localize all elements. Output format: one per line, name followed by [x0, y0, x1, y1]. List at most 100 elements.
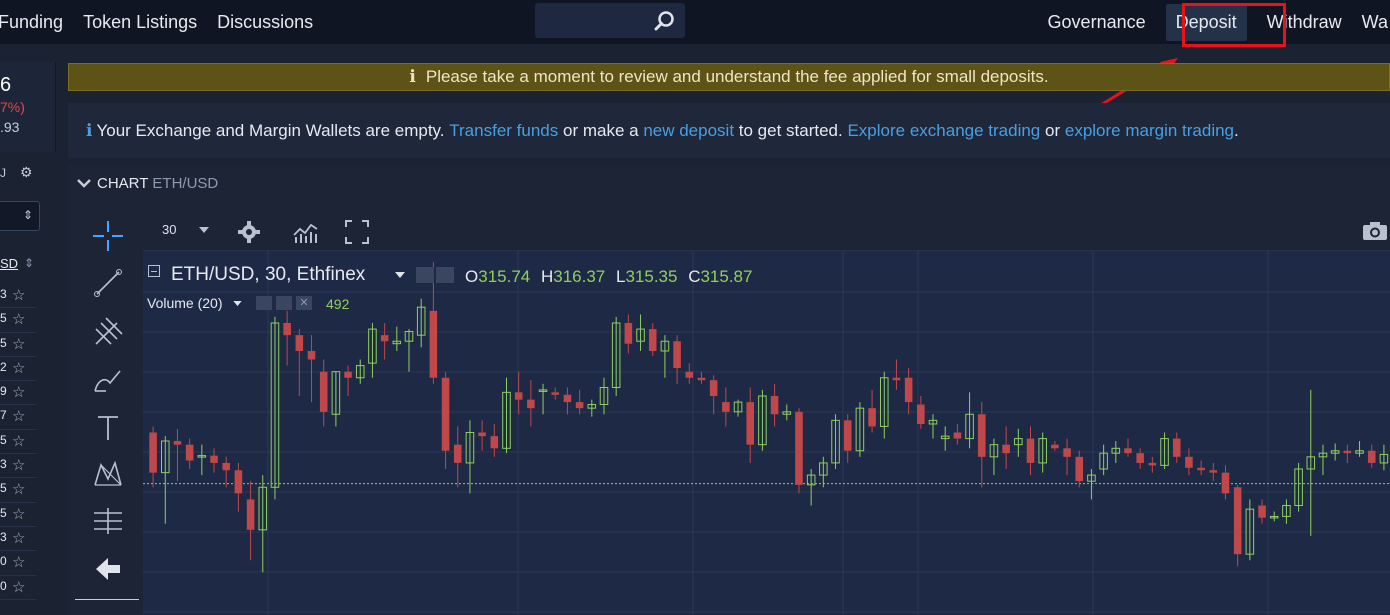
candle-down — [527, 399, 535, 409]
close-icon[interactable]: ✕ — [296, 296, 312, 310]
nav-link-truncated[interactable]: Wa — [1362, 12, 1388, 33]
candle-down — [1136, 453, 1144, 463]
star-icon[interactable]: ☆ — [12, 310, 25, 328]
pattern-icon — [94, 460, 122, 486]
list-item[interactable]: 2 ☆ — [0, 357, 36, 382]
caret-down-icon[interactable] — [233, 301, 242, 306]
candle-down — [1075, 456, 1084, 482]
list-item[interactable]: 0 ☆ — [0, 576, 36, 600]
explore-exchange-link[interactable]: Explore exchange trading — [847, 121, 1040, 141]
list-item-value: 2 — [0, 359, 7, 374]
ohlc-c-label: C — [688, 267, 701, 286]
candle-down — [1148, 462, 1157, 466]
volume-indicator-label[interactable]: Volume (20) — [147, 295, 222, 311]
search-input[interactable] — [535, 3, 685, 38]
candle-down — [380, 335, 389, 342]
ticker-price: 6 — [0, 74, 12, 96]
candle-down — [697, 377, 706, 381]
sort-column-header[interactable]: SD — [0, 256, 18, 271]
list-item-value: 9 — [0, 384, 7, 399]
list-item[interactable]: 7 ☆ — [0, 405, 36, 430]
star-icon[interactable]: ☆ — [12, 359, 25, 377]
candle-down — [1233, 487, 1242, 555]
star-icon[interactable]: ☆ — [12, 383, 25, 401]
nav-link-discussions[interactable]: Discussions — [217, 12, 313, 33]
star-icon[interactable]: ☆ — [12, 553, 25, 571]
currency-select[interactable]: ⇕ — [0, 201, 40, 231]
pitchfork-tool[interactable] — [75, 309, 141, 355]
ohlc-readout: O315.74 H316.37 L315.35 C315.87 — [465, 267, 752, 287]
star-icon[interactable]: ☆ — [12, 456, 25, 474]
list-item[interactable]: 5 ☆ — [0, 478, 36, 503]
candle-down — [1209, 470, 1218, 473]
symbol-label[interactable]: ETH/USD, 30, Ethfinex — [171, 264, 365, 286]
list-item[interactable]: 5 ☆ — [0, 333, 36, 357]
search-icon[interactable] — [654, 10, 676, 32]
caret-down-icon[interactable] — [395, 272, 405, 278]
eye-icon[interactable] — [256, 296, 272, 310]
gear-icon[interactable] — [276, 296, 292, 310]
candlestick-chart[interactable]: ETH/USD, 30, Ethfinex O315.74 H316.37 L3… — [143, 250, 1390, 615]
star-icon[interactable]: ☆ — [12, 407, 25, 425]
arrow-left-icon — [96, 558, 120, 580]
new-deposit-link[interactable]: new deposit — [643, 121, 734, 141]
list-item[interactable]: 0 ☆ — [0, 551, 36, 576]
explore-margin-link[interactable]: explore margin trading — [1065, 121, 1234, 141]
gear-icon[interactable] — [436, 267, 454, 283]
candle-down — [795, 411, 803, 485]
star-icon[interactable]: ☆ — [12, 480, 25, 498]
candle-down — [563, 394, 572, 403]
wallet-text-5: . — [1234, 120, 1239, 140]
ohlc-open: 315.74 — [478, 267, 531, 286]
list-item-value: 0 — [0, 554, 7, 569]
nav-link-token-listings[interactable]: Token Listings — [83, 12, 197, 33]
measure-tool[interactable] — [75, 498, 141, 544]
candle-down — [904, 377, 913, 403]
star-icon[interactable]: ☆ — [12, 578, 25, 596]
list-item[interactable]: 3 ☆ — [0, 454, 36, 479]
list-item[interactable]: 5 ☆ — [0, 503, 36, 527]
chart-header-pair: ETH/USD — [152, 174, 219, 192]
star-icon[interactable]: ☆ — [12, 335, 25, 353]
caret-down-icon[interactable] — [199, 227, 209, 233]
eye-icon[interactable] — [416, 267, 434, 283]
star-icon[interactable]: ☆ — [12, 286, 25, 304]
star-icon[interactable]: ☆ — [12, 432, 25, 450]
list-item[interactable]: 5 ☆ — [0, 430, 36, 455]
interval-select[interactable]: 30 — [162, 222, 176, 237]
candle-down — [709, 380, 718, 396]
candle-down — [283, 323, 291, 336]
gear-icon[interactable]: ⚙ — [20, 164, 33, 181]
list-item-value: 0 — [0, 578, 7, 593]
indicators-icon[interactable] — [293, 221, 319, 243]
chart-header[interactable]: CHART ETH/USD — [68, 165, 1390, 201]
list-item[interactable]: 3 ☆ — [0, 527, 36, 552]
list-item[interactable]: 5 ☆ — [0, 308, 36, 333]
sort-icon[interactable]: ⇕ — [24, 256, 34, 270]
wallet-text-1: Your Exchange and Margin Wallets are emp… — [96, 120, 445, 140]
text-tool[interactable] — [75, 405, 141, 451]
candle-down — [1343, 450, 1352, 454]
camera-icon[interactable] — [1362, 221, 1388, 241]
trend-line-tool[interactable] — [75, 260, 141, 306]
nav-link-governance[interactable]: Governance — [1048, 12, 1146, 33]
list-item[interactable]: 3 ☆ — [0, 284, 36, 309]
collapse-legend-icon[interactable] — [148, 265, 160, 277]
star-icon[interactable]: ☆ — [12, 505, 25, 523]
nav-link-funding[interactable]: Funding — [0, 12, 63, 33]
info-icon: ℹ — [86, 120, 93, 140]
pattern-tool[interactable] — [75, 451, 141, 497]
list-item[interactable]: 9 ☆ — [0, 381, 36, 406]
back-tool[interactable] — [75, 546, 141, 592]
candle-down — [490, 436, 499, 449]
candle-down — [1002, 444, 1010, 454]
gear-icon[interactable] — [237, 220, 261, 244]
star-icon[interactable]: ☆ — [12, 529, 25, 547]
fullscreen-icon[interactable] — [345, 220, 369, 244]
crosshair-tool[interactable] — [75, 213, 141, 259]
transfer-funds-link[interactable]: Transfer funds — [449, 121, 558, 141]
brush-tool[interactable] — [75, 357, 141, 403]
candle-down — [246, 499, 255, 530]
list-item-value: 5 — [0, 481, 7, 496]
chevron-down-icon[interactable] — [76, 177, 92, 189]
